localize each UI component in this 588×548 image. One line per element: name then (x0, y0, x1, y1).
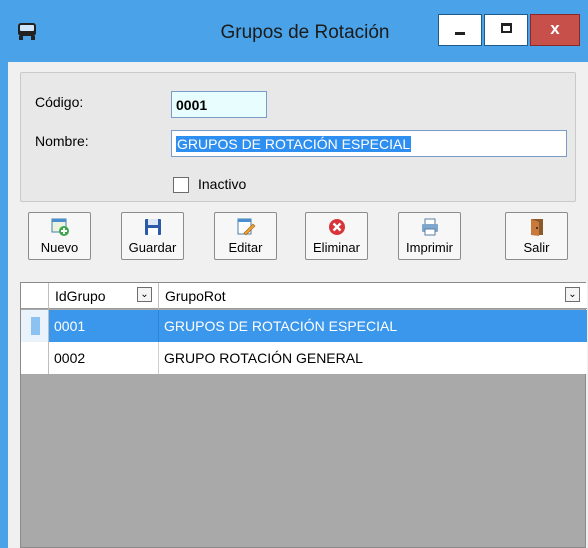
cell-idgrupo[interactable]: 0001 (49, 310, 159, 342)
codigo-field[interactable]: 0001 (171, 91, 267, 118)
chevron-down-icon[interactable]: ⌄ (565, 287, 580, 302)
inactivo-label: Inactivo (198, 176, 247, 192)
cell-idgrupo[interactable]: 0002 (49, 342, 159, 374)
nombre-field[interactable]: GRUPOS DE ROTACIÓN ESPECIAL (171, 130, 567, 157)
nuevo-label: Nuevo (40, 240, 79, 255)
maximize-icon (501, 23, 512, 33)
minimize-icon (455, 32, 465, 35)
imprimir-button[interactable]: Imprimir (398, 212, 461, 260)
editar-button[interactable]: Editar (214, 212, 277, 260)
close-icon: x (550, 19, 560, 38)
cell-gruporot[interactable]: GRUPO ROTACIÓN GENERAL (159, 342, 587, 374)
title-bar: Grupos de Rotación x (0, 0, 588, 62)
column-label-idgrupo: IdGrupo (55, 288, 106, 304)
guardar-label: Guardar (128, 240, 177, 255)
row-indicator-header (21, 283, 49, 309)
column-label-gruporot: GrupoRot (165, 288, 226, 304)
codigo-label: Código: (35, 94, 84, 110)
table-row[interactable]: 0001 GRUPOS DE ROTACIÓN ESPECIAL (21, 310, 587, 342)
data-grid[interactable]: IdGrupo ⌄ GrupoRot ⌄ 0001 GRUPOS DE ROTA… (20, 282, 587, 548)
window-title: Grupos de Rotación (220, 22, 390, 43)
column-header-gruporot[interactable]: GrupoRot ⌄ (159, 283, 587, 309)
save-icon (144, 219, 161, 235)
row-indicator[interactable] (21, 310, 49, 342)
edit-icon (237, 218, 255, 236)
cell-gruporot[interactable]: GRUPOS DE ROTACIÓN ESPECIAL (159, 310, 587, 342)
row-indicator[interactable] (21, 342, 49, 374)
print-icon (421, 218, 438, 236)
delete-icon (328, 219, 345, 235)
salir-label: Salir (523, 240, 550, 255)
nuevo-button[interactable]: Nuevo (28, 212, 91, 260)
grid-header: IdGrupo ⌄ GrupoRot ⌄ (21, 283, 587, 309)
eliminar-label: Eliminar (313, 240, 360, 255)
current-row-marker (31, 317, 40, 335)
nombre-value: GRUPOS DE ROTACIÓN ESPECIAL (176, 136, 412, 152)
window-client: Código: 0001 Nombre: GRUPOS DE ROTACIÓN … (8, 62, 588, 548)
new-record-icon (51, 218, 69, 236)
minimize-button[interactable] (438, 14, 482, 46)
editar-label: Editar (228, 240, 263, 255)
nombre-label: Nombre: (35, 133, 89, 149)
inactivo-checkbox[interactable] (173, 177, 189, 193)
column-header-idgrupo[interactable]: IdGrupo ⌄ (49, 283, 159, 309)
app-icon (18, 23, 36, 40)
close-button[interactable]: x (530, 14, 580, 46)
guardar-button[interactable]: Guardar (121, 212, 184, 260)
exit-door-icon (530, 219, 543, 236)
imprimir-label: Imprimir (406, 240, 453, 255)
form-panel: Código: 0001 Nombre: GRUPOS DE ROTACIÓN … (20, 72, 576, 202)
chevron-down-icon[interactable]: ⌄ (137, 287, 152, 302)
maximize-button[interactable] (484, 14, 528, 46)
eliminar-button[interactable]: Eliminar (305, 212, 368, 260)
table-row[interactable]: 0002 GRUPO ROTACIÓN GENERAL (21, 342, 587, 374)
salir-button[interactable]: Salir (505, 212, 568, 260)
